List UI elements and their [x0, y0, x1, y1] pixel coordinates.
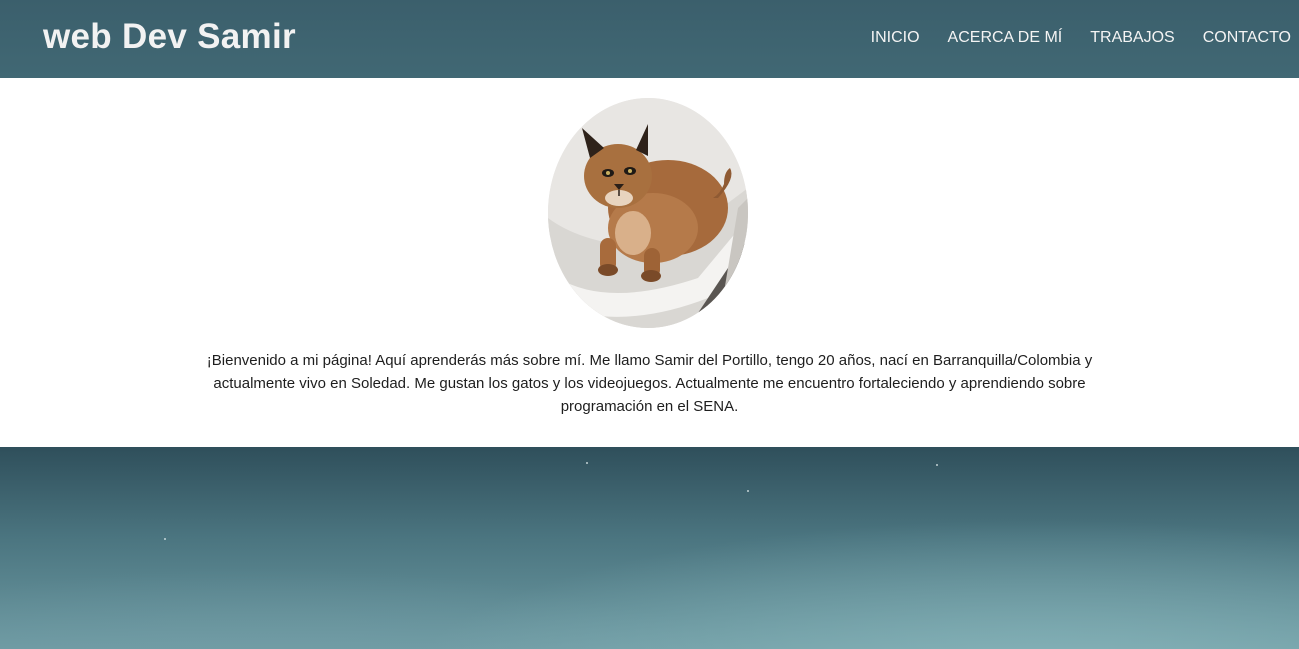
bio-text: ¡Bienvenido a mi página! Aquí aprenderás… [206, 352, 1093, 415]
site-title[interactable]: web Dev Samir [43, 17, 296, 57]
star-dot [586, 462, 588, 464]
star-dot [936, 464, 938, 466]
profile-photo [548, 98, 748, 328]
hero-background [0, 447, 1299, 649]
caracal-cat-icon [548, 98, 748, 328]
about-section: ¡Bienvenido a mi página! Aquí aprenderás… [0, 78, 1299, 447]
nav-item-trabajos[interactable]: TRABAJOS [1090, 28, 1174, 48]
main-nav: INICIO ACERCA DE MÍ TRABAJOS CONTACTO [871, 28, 1291, 48]
star-dot [164, 538, 166, 540]
site-header: web Dev Samir INICIO ACERCA DE MÍ TRABAJ… [0, 0, 1299, 78]
nav-item-inicio[interactable]: INICIO [871, 28, 920, 48]
nav-item-contacto[interactable]: CONTACTO [1203, 28, 1291, 48]
star-dot [747, 490, 749, 492]
nav-item-acerca[interactable]: ACERCA DE MÍ [948, 28, 1063, 48]
